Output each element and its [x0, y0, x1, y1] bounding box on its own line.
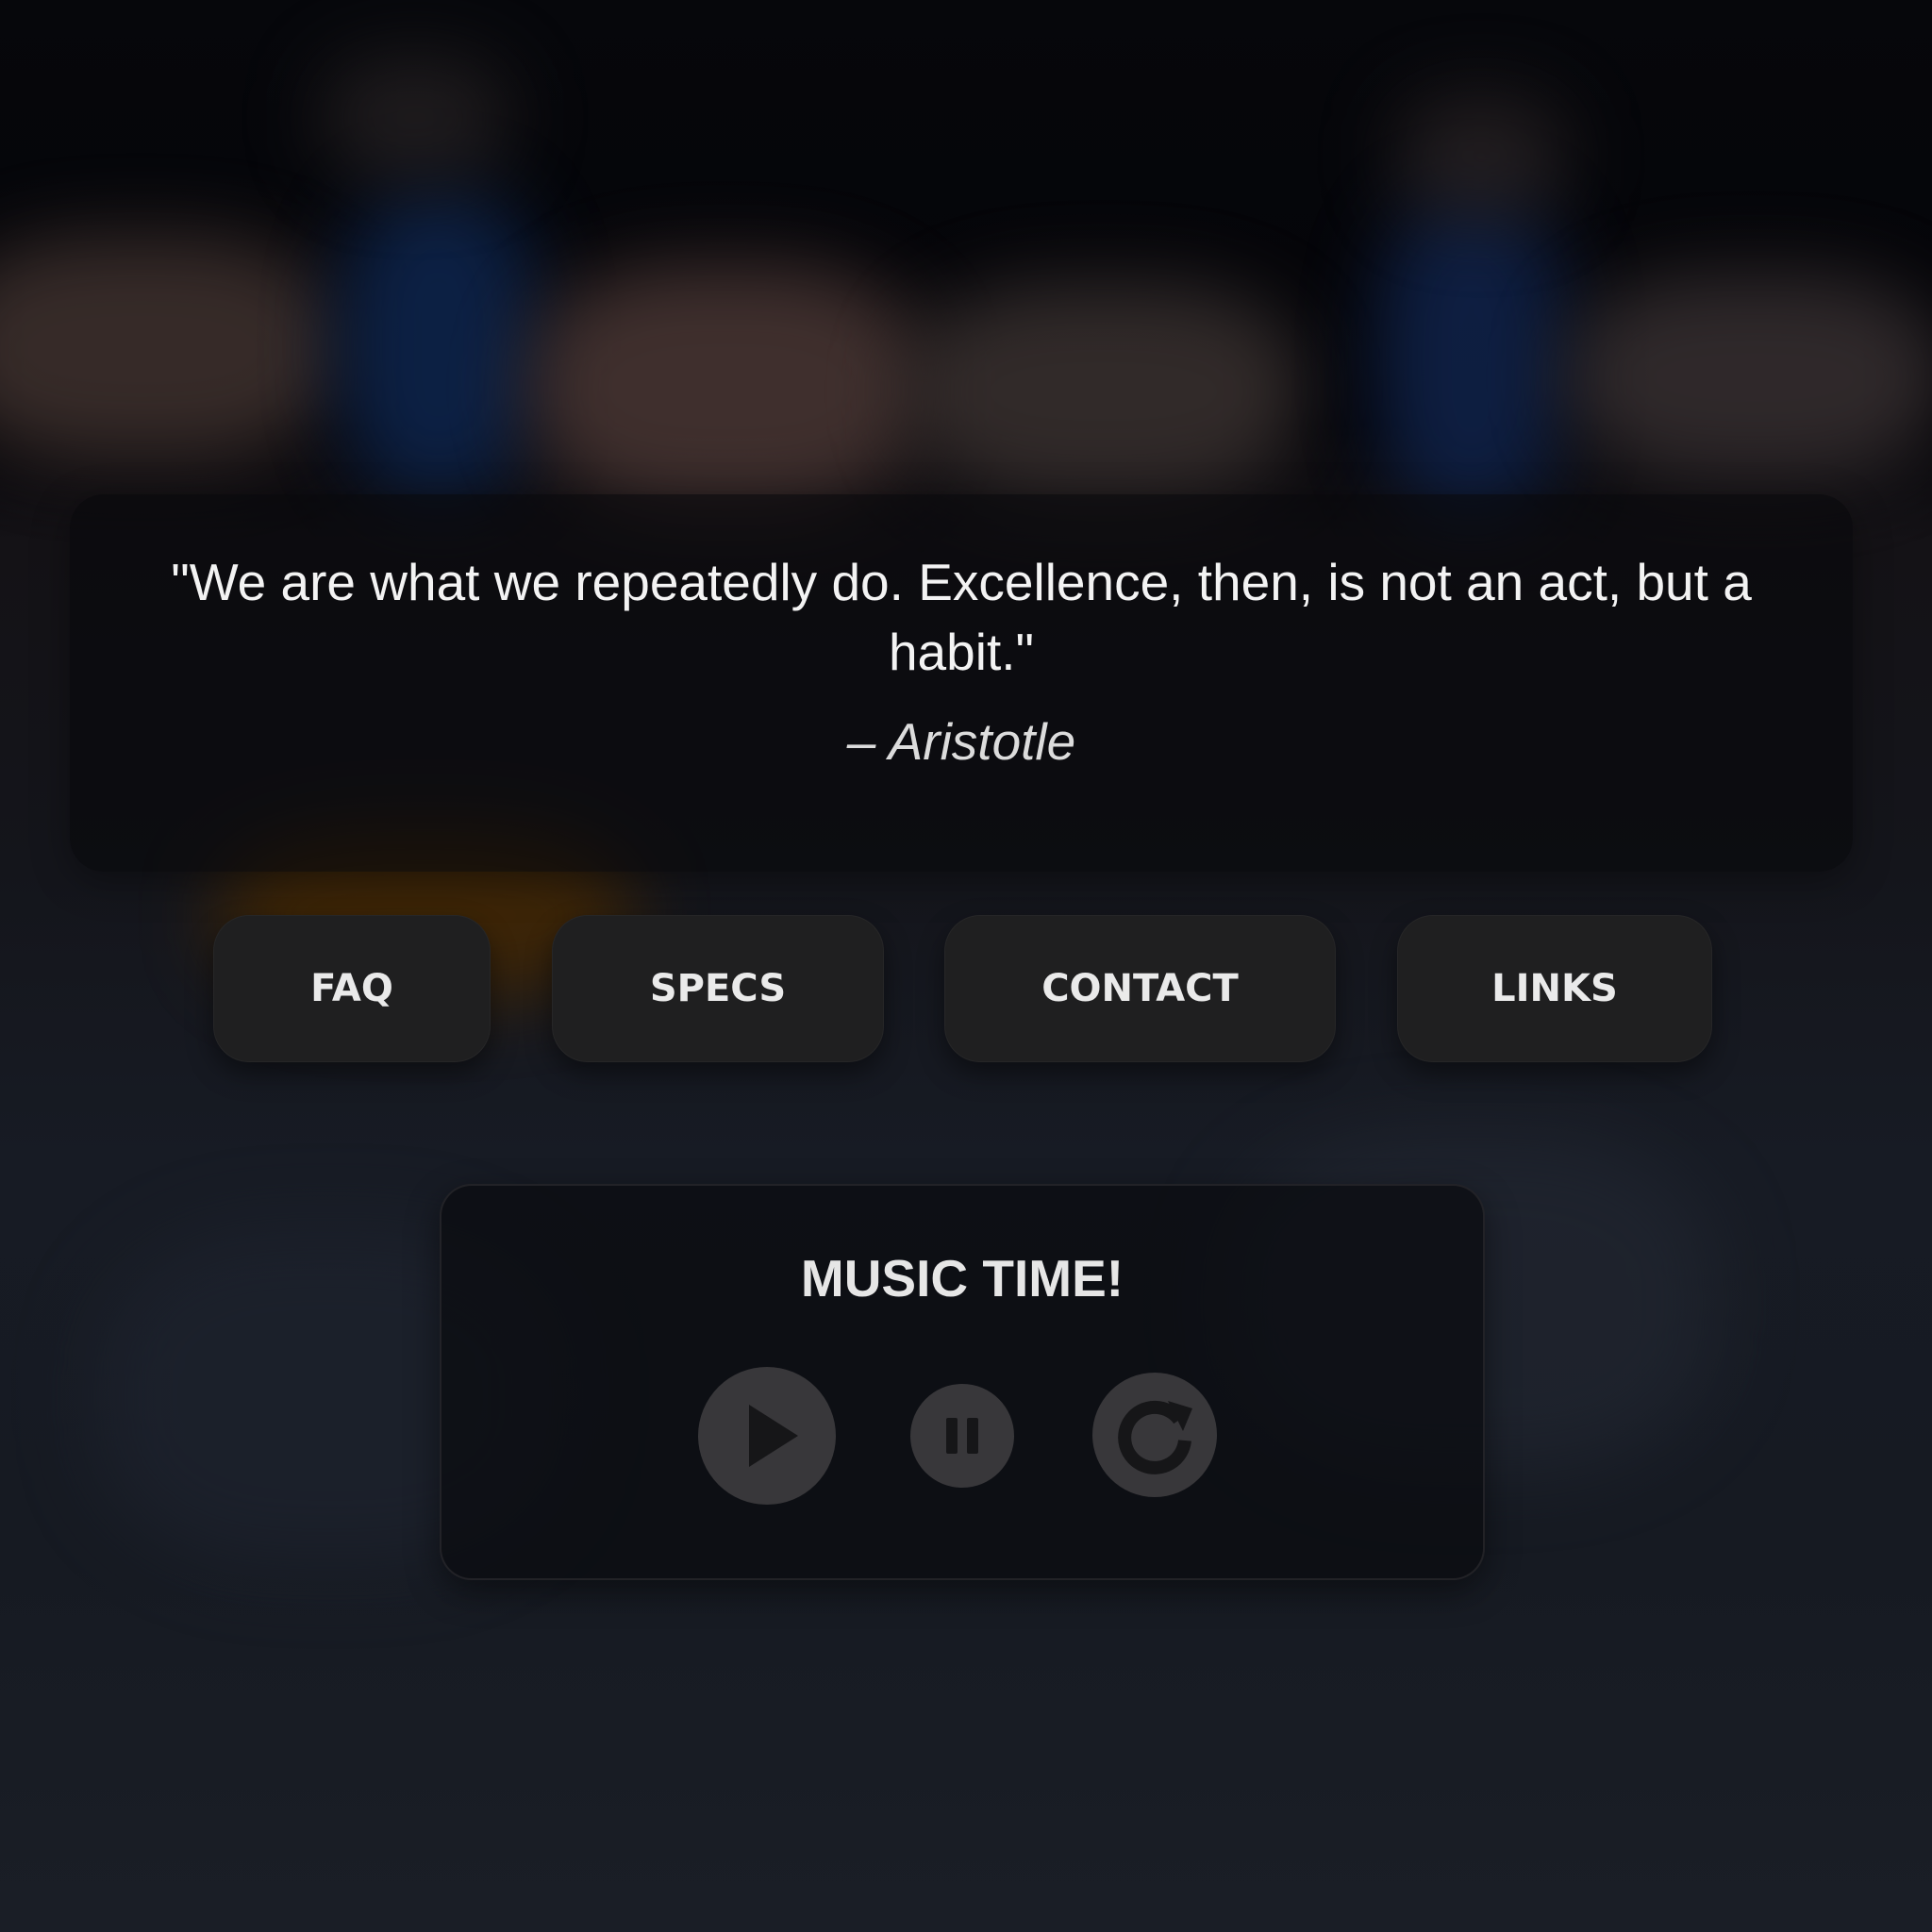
contact-button[interactable]: CONTACT — [944, 915, 1336, 1062]
replay-button[interactable] — [1092, 1373, 1217, 1497]
pause-button[interactable] — [910, 1384, 1014, 1488]
specs-button[interactable]: SPECS — [552, 915, 884, 1062]
faq-button[interactable]: FAQ — [213, 915, 491, 1062]
links-button[interactable]: LINKS — [1397, 915, 1712, 1062]
replay-icon — [1092, 1373, 1217, 1497]
quote-text: "We are what we repeatedly do. Excellenc… — [171, 553, 1752, 681]
quote-card: "We are what we repeatedly do. Excellenc… — [70, 494, 1853, 872]
pause-icon — [946, 1418, 978, 1454]
music-title: MUSIC TIME! — [800, 1249, 1124, 1307]
play-icon — [749, 1405, 798, 1467]
music-player-card: MUSIC TIME! — [440, 1184, 1485, 1580]
play-button[interactable] — [698, 1367, 836, 1505]
quote-author: – Aristotle — [846, 712, 1076, 771]
